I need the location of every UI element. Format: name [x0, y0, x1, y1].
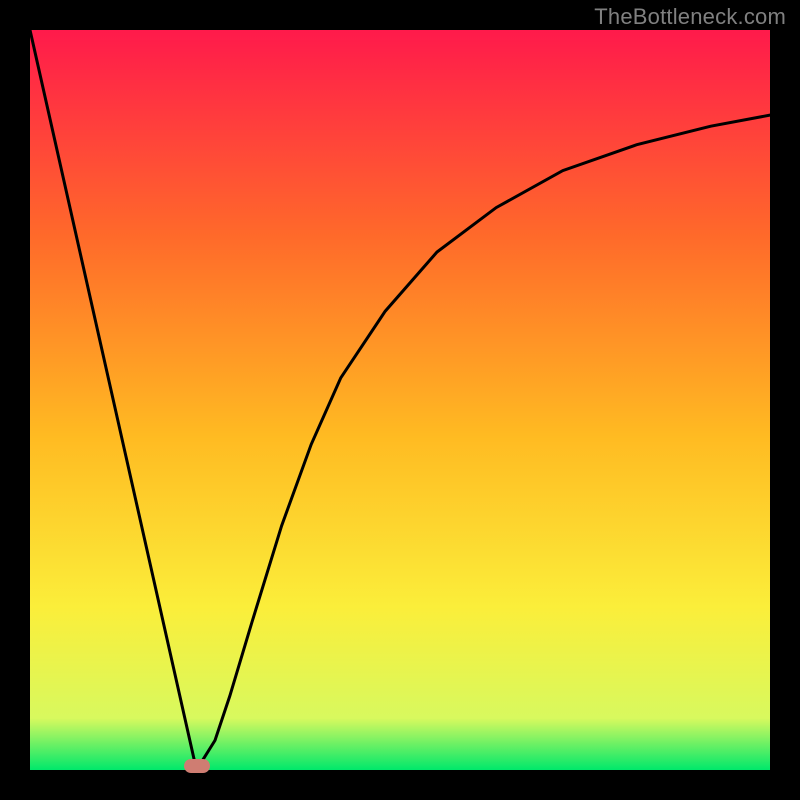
optimal-point-marker — [184, 759, 210, 773]
chart-background — [30, 30, 770, 770]
chart-frame: TheBottleneck.com — [0, 0, 800, 800]
watermark-text: TheBottleneck.com — [594, 4, 786, 30]
bottleneck-chart — [30, 30, 770, 770]
